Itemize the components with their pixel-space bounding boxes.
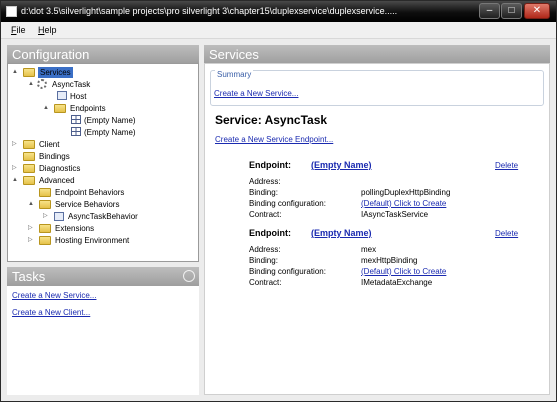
- address-label: Address:: [249, 177, 281, 186]
- folder-icon: [39, 224, 51, 233]
- tree-item-endpoint-behaviors[interactable]: Endpoint Behaviors: [55, 187, 124, 198]
- binding-config-label: Binding configuration:: [249, 199, 326, 208]
- delete-endpoint-link[interactable]: Delete: [495, 161, 518, 170]
- expander-icon[interactable]: ▲: [43, 103, 49, 114]
- collapse-icon[interactable]: [183, 270, 195, 282]
- endpoint-icon: [71, 127, 81, 136]
- endpoint-heading: Endpoint:: [249, 228, 291, 238]
- tree-item-service-behaviors[interactable]: Service Behaviors: [55, 199, 119, 210]
- tree-item-endpoint-1[interactable]: (Empty Name): [84, 115, 136, 126]
- behavior-icon: [54, 212, 64, 221]
- tree-item-hosting-environment[interactable]: Hosting Environment: [55, 235, 129, 246]
- contract-value: IMetadataExchange: [361, 278, 433, 287]
- services-panel: Summary Create a New Service... Service:…: [204, 63, 550, 395]
- endpoint-name-link[interactable]: (Empty Name): [311, 160, 372, 170]
- binding-value: pollingDuplexHttpBinding: [361, 188, 451, 197]
- tasks-title: Tasks: [12, 269, 46, 284]
- tree-item-asynctask[interactable]: AsyncTask: [52, 79, 90, 90]
- binding-label: Binding:: [249, 256, 278, 265]
- endpoint-icon: [71, 115, 81, 124]
- folder-icon: [23, 164, 35, 173]
- app-window: d:\dot 3.5\silverlight\sample projects\p…: [0, 0, 557, 402]
- folder-icon: [23, 68, 35, 77]
- expander-icon[interactable]: ▲: [28, 199, 34, 210]
- binding-config-label: Binding configuration:: [249, 267, 326, 276]
- folder-icon: [39, 236, 51, 245]
- configuration-header: Configuration: [7, 45, 199, 64]
- folder-icon: [39, 188, 51, 197]
- folder-icon: [23, 140, 35, 149]
- tree-item-services[interactable]: Services: [38, 67, 73, 78]
- contract-label: Contract:: [249, 210, 282, 219]
- folder-icon: [23, 152, 35, 161]
- address-value: mex: [361, 245, 377, 254]
- tree-item-host[interactable]: Host: [70, 91, 86, 102]
- expander-icon[interactable]: ▷: [12, 163, 17, 174]
- expander-icon[interactable]: ▷: [28, 223, 33, 234]
- contract-label: Contract:: [249, 278, 282, 287]
- tree-item-endpoints[interactable]: Endpoints: [70, 103, 106, 114]
- maximize-button[interactable]: □: [501, 3, 522, 19]
- create-service-task-link[interactable]: Create a New Service...: [12, 291, 96, 300]
- app-icon: [6, 6, 17, 17]
- folder-icon: [39, 200, 51, 209]
- minimize-button[interactable]: –: [479, 3, 500, 19]
- endpoint-name-link[interactable]: (Empty Name): [311, 228, 372, 238]
- delete-endpoint-link[interactable]: Delete: [495, 229, 518, 238]
- expander-icon[interactable]: ▷: [28, 235, 33, 246]
- service-title: Service: AsyncTask: [215, 113, 328, 127]
- tree-item-diagnostics[interactable]: Diagnostics: [39, 163, 80, 174]
- expander-icon[interactable]: ▲: [12, 175, 18, 186]
- configuration-tree[interactable]: ▲ Services ▲ AsyncTask Host ▲ Endpoints …: [7, 63, 199, 262]
- create-service-link[interactable]: Create a New Service...: [214, 89, 298, 98]
- binding-label: Binding:: [249, 188, 278, 197]
- tasks-panel: Create a New Service... Create a New Cli…: [7, 286, 199, 395]
- summary-box: Summary Create a New Service...: [210, 70, 544, 106]
- host-icon: [57, 91, 67, 100]
- folder-icon: [54, 104, 66, 113]
- menu-bar: File Help: [1, 22, 556, 39]
- summary-label: Summary: [215, 70, 254, 79]
- expander-icon[interactable]: ▲: [28, 79, 34, 90]
- address-label: Address:: [249, 245, 281, 254]
- title-bar[interactable]: d:\dot 3.5\silverlight\sample projects\p…: [1, 1, 556, 22]
- menu-help[interactable]: Help: [38, 25, 57, 35]
- tree-item-extensions[interactable]: Extensions: [55, 223, 94, 234]
- create-endpoint-link[interactable]: Create a New Service Endpoint...: [215, 135, 333, 144]
- services-header: Services: [204, 45, 550, 64]
- contract-value: IAsyncTaskService: [361, 210, 429, 219]
- tree-item-bindings[interactable]: Bindings: [39, 151, 70, 162]
- expander-icon[interactable]: ▲: [12, 67, 18, 78]
- binding-value: mexHttpBinding: [361, 256, 418, 265]
- tree-item-client[interactable]: Client: [39, 139, 59, 150]
- create-client-task-link[interactable]: Create a New Client...: [12, 308, 90, 317]
- tree-item-asynctaskbehavior[interactable]: AsyncTaskBehavior: [68, 211, 138, 222]
- service-icon: [37, 79, 47, 89]
- menu-file[interactable]: File: [11, 25, 26, 35]
- binding-config-link[interactable]: (Default) Click to Create: [361, 267, 446, 276]
- expander-icon[interactable]: ▷: [43, 211, 48, 222]
- window-title: d:\dot 3.5\silverlight\sample projects\p…: [21, 6, 398, 16]
- expander-icon[interactable]: ▷: [12, 139, 17, 150]
- binding-config-link[interactable]: (Default) Click to Create: [361, 199, 446, 208]
- tree-item-endpoint-2[interactable]: (Empty Name): [84, 127, 136, 138]
- tasks-header: Tasks: [7, 267, 199, 286]
- close-button[interactable]: ✕: [524, 3, 550, 19]
- tree-item-advanced[interactable]: Advanced: [39, 175, 75, 186]
- folder-icon: [23, 176, 35, 185]
- endpoint-heading: Endpoint:: [249, 160, 291, 170]
